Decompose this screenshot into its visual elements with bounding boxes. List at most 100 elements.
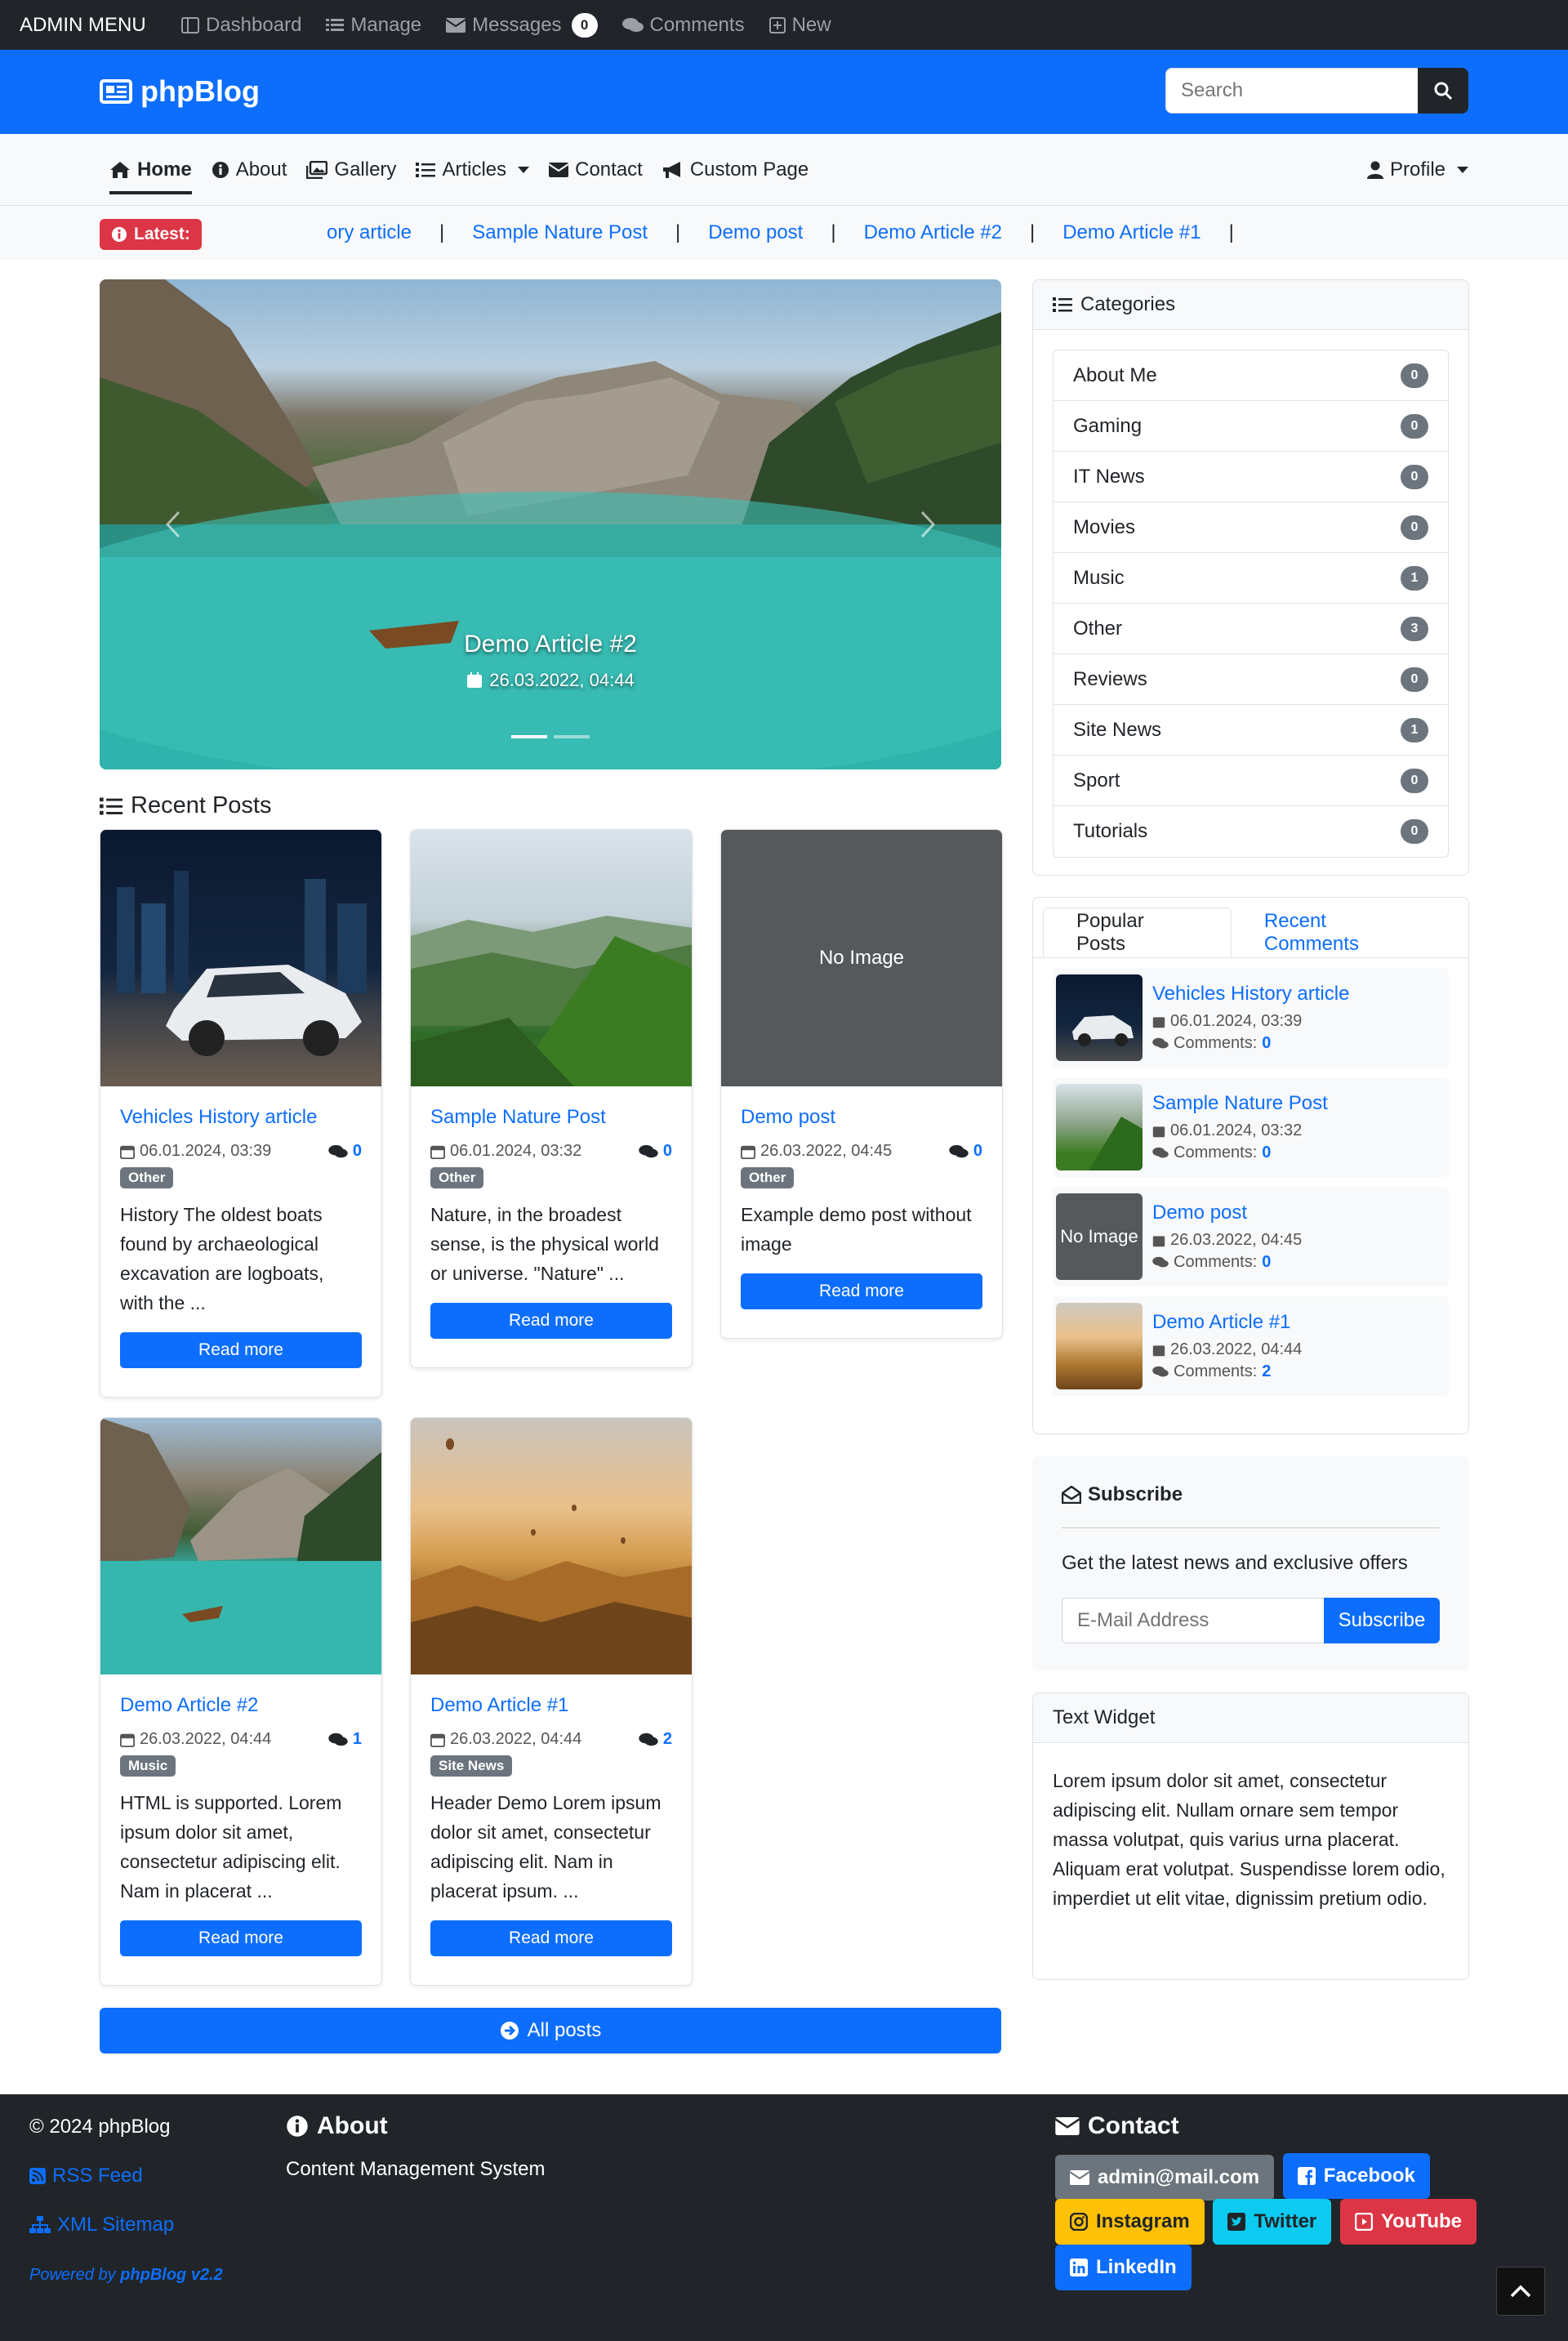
nav-about-label: About — [235, 158, 287, 181]
facebook-label: Facebook — [1323, 2165, 1415, 2187]
admin-messages-link[interactable]: Messages 0 — [446, 12, 598, 38]
instagram-button[interactable]: Instagram — [1055, 2199, 1205, 2245]
popular-post-title[interactable]: Sample Nature Post — [1152, 1092, 1328, 1115]
email-field[interactable] — [1062, 1598, 1325, 1643]
youtube-button[interactable]: YouTube — [1339, 2199, 1477, 2245]
category-item[interactable]: Tutorials 0 — [1054, 806, 1448, 857]
category-item[interactable]: Sport 0 — [1054, 756, 1448, 806]
category-count: 0 — [1401, 515, 1428, 540]
lake-photo — [100, 1418, 381, 1674]
category-item[interactable]: Other 3 — [1054, 604, 1448, 654]
admin-new-link[interactable]: New — [768, 14, 831, 37]
post-comments[interactable]: 0 — [639, 1142, 672, 1161]
category-count: 0 — [1401, 819, 1428, 844]
category-badge[interactable]: Other — [430, 1167, 484, 1188]
read-more-button[interactable]: Read more — [430, 1920, 672, 1956]
carousel-indicator[interactable] — [511, 735, 547, 738]
post-comment-count: 1 — [352, 1730, 362, 1748]
popular-post-title[interactable]: Demo Article #1 — [1152, 1311, 1302, 1334]
category-item[interactable]: IT News 0 — [1054, 452, 1448, 502]
carousel-indicator[interactable] — [554, 735, 590, 738]
facebook-button[interactable]: Facebook — [1282, 2153, 1430, 2199]
search-button[interactable] — [1418, 68, 1468, 114]
post-comments[interactable]: 2 — [639, 1730, 672, 1749]
latest-item[interactable]: Demo Article #2 — [864, 221, 1002, 244]
latest-item[interactable]: ory article — [327, 221, 412, 244]
contact-email-button[interactable]: admin@mail.com — [1055, 2155, 1275, 2201]
nav-contact[interactable]: Contact — [539, 134, 653, 206]
post-image[interactable] — [411, 1418, 692, 1674]
latest-item[interactable]: Demo post — [708, 221, 803, 244]
post-image-placeholder[interactable]: No Image — [721, 830, 1002, 1086]
rss-feed-link[interactable]: RSS Feed — [29, 2165, 143, 2187]
category-name: Other — [1073, 617, 1123, 640]
all-posts-button[interactable]: All posts — [100, 2008, 1001, 2053]
featured-carousel[interactable]: Demo Article #2 26.03.2022, 04:44 — [100, 279, 1001, 769]
read-more-button[interactable]: Read more — [741, 1273, 982, 1309]
category-item[interactable]: Music 1 — [1054, 553, 1448, 604]
admin-manage-link[interactable]: Manage — [326, 14, 421, 37]
popular-post-comments: Comments: 0 — [1152, 1144, 1328, 1162]
post-comments[interactable]: 0 — [328, 1142, 362, 1161]
nav-home[interactable]: Home — [100, 134, 202, 206]
read-more-button[interactable]: Read more — [430, 1303, 672, 1339]
post-title-link[interactable]: Sample Nature Post — [430, 1106, 672, 1129]
powered-by-link[interactable]: phpBlog v2.2 — [120, 2266, 223, 2284]
linkedin-button[interactable]: LinkedIn — [1055, 2245, 1192, 2290]
carousel-next-button[interactable] — [911, 500, 944, 549]
nav-articles-dropdown[interactable]: Articles — [406, 134, 539, 206]
post-title-link[interactable]: Demo Article #2 — [120, 1694, 362, 1717]
popular-post-thumb[interactable] — [1056, 1084, 1143, 1170]
admin-menu-label[interactable]: ADMIN MENU — [20, 0, 146, 50]
tab-recent-comments[interactable]: Recent Comments — [1232, 907, 1459, 957]
twitter-button[interactable]: Twitter — [1213, 2199, 1332, 2245]
subscribe-button[interactable]: Subscribe — [1324, 1598, 1440, 1643]
profile-dropdown[interactable]: Profile — [1366, 134, 1468, 206]
admin-comments-link[interactable]: Comments — [621, 13, 745, 37]
nav-custom-page[interactable]: Custom Page — [653, 134, 818, 206]
latest-item[interactable]: Demo Article #1 — [1062, 221, 1200, 244]
read-more-button[interactable]: Read more — [120, 1920, 362, 1956]
popular-post-title[interactable]: Demo post — [1152, 1202, 1302, 1224]
category-badge[interactable]: Other — [120, 1167, 174, 1188]
separator: | — [831, 221, 836, 243]
search-input[interactable] — [1165, 68, 1419, 114]
popular-post-thumb[interactable] — [1056, 974, 1143, 1061]
categories-widget: Categories About Me 0 Gaming 0 IT News 0 Mo… — [1032, 279, 1469, 876]
post-image[interactable] — [411, 830, 692, 1086]
category-badge[interactable]: Site News — [430, 1755, 513, 1777]
admin-messages-label: Messages — [472, 13, 562, 36]
xml-sitemap-link[interactable]: XML Sitemap — [29, 2214, 174, 2236]
nav-about[interactable]: About — [202, 134, 297, 206]
popular-post-thumb[interactable]: No Image — [1056, 1193, 1143, 1280]
read-more-button[interactable]: Read more — [120, 1332, 362, 1368]
category-badge[interactable]: Other — [741, 1167, 795, 1188]
category-item[interactable]: Gaming 0 — [1054, 401, 1448, 452]
tab-popular-posts[interactable]: Popular Posts — [1043, 907, 1232, 957]
list-icon — [1053, 297, 1072, 312]
post-image[interactable] — [100, 830, 381, 1086]
category-item[interactable]: Reviews 0 — [1054, 654, 1448, 705]
post-image[interactable] — [100, 1418, 381, 1674]
nav-gallery[interactable]: Gallery — [296, 134, 406, 206]
category-item[interactable]: About Me 0 — [1054, 350, 1448, 401]
post-title-link[interactable]: Demo Article #1 — [430, 1694, 672, 1717]
post-comments[interactable]: 0 — [949, 1142, 982, 1161]
site-logo[interactable]: phpBlog — [100, 74, 260, 109]
post-comments[interactable]: 1 — [328, 1730, 362, 1749]
category-item[interactable]: Movies 0 — [1054, 502, 1448, 553]
popular-post-title[interactable]: Vehicles History article — [1152, 983, 1349, 1006]
category-item[interactable]: Site News 1 — [1054, 705, 1448, 756]
carousel-prev-button[interactable] — [157, 500, 189, 549]
admin-comments-label: Comments — [649, 13, 745, 36]
comments-icon — [1152, 1366, 1169, 1377]
post-title-link[interactable]: Vehicles History article — [120, 1106, 362, 1129]
category-badge[interactable]: Music — [120, 1755, 176, 1777]
back-to-top-button[interactable] — [1496, 2267, 1545, 2316]
admin-dashboard-link[interactable]: Dashboard — [181, 14, 301, 37]
carousel-title[interactable]: Demo Article #2 — [100, 631, 1001, 658]
latest-item[interactable]: Sample Nature Post — [472, 221, 648, 244]
post-title-link[interactable]: Demo post — [741, 1106, 982, 1129]
admin-dashboard-label: Dashboard — [206, 13, 302, 36]
popular-post-thumb[interactable] — [1056, 1303, 1143, 1389]
